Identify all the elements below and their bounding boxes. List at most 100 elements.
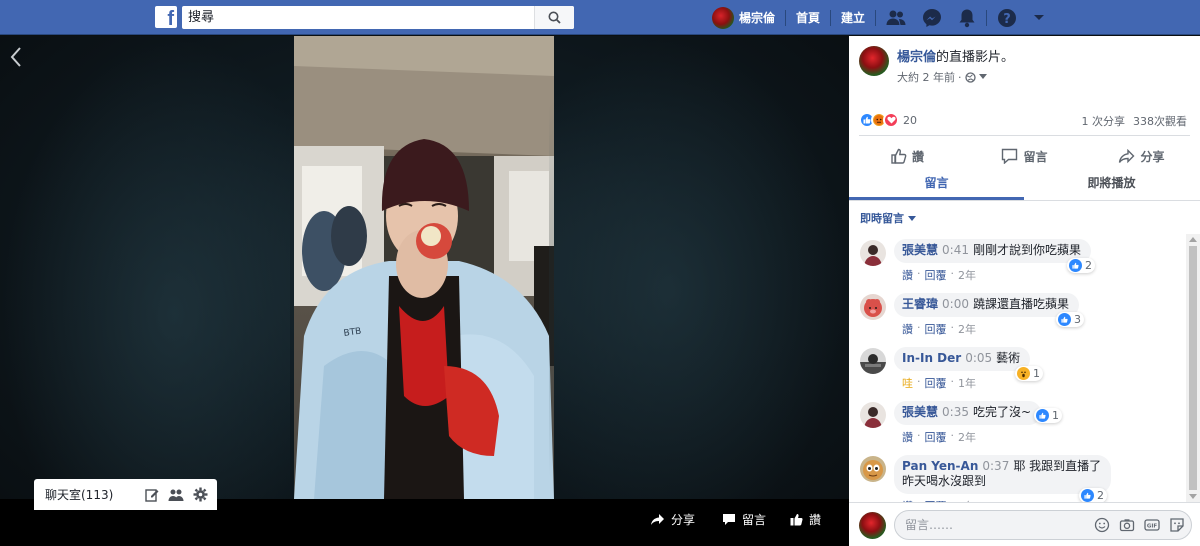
post-timestamp[interactable]: 大約 2 年前 bbox=[897, 69, 955, 85]
comment-author[interactable]: 張美慧 bbox=[902, 243, 938, 257]
caret-down-icon bbox=[1034, 14, 1045, 20]
scroll-down-arrow-icon[interactable] bbox=[1189, 494, 1197, 499]
comment-timestamp[interactable]: 0:00 bbox=[942, 297, 969, 311]
thumbs-up-icon bbox=[790, 514, 803, 526]
commenter-avatar[interactable] bbox=[860, 240, 886, 266]
tab-up-next[interactable]: 即將播放 bbox=[1024, 170, 1199, 200]
tabs-divider bbox=[849, 200, 1200, 201]
new-message-button[interactable] bbox=[145, 488, 159, 502]
scroll-up-arrow-icon[interactable] bbox=[1189, 237, 1197, 242]
globe-icon[interactable] bbox=[964, 71, 976, 83]
search-input[interactable] bbox=[182, 6, 522, 29]
commenter-avatar[interactable] bbox=[860, 294, 886, 320]
wow-reaction-icon bbox=[1017, 367, 1030, 380]
share-button[interactable]: 分享 bbox=[1083, 144, 1200, 168]
chat-settings-button[interactable] bbox=[193, 487, 208, 502]
video-comment-label: 留言 bbox=[742, 513, 767, 527]
svg-text:?: ? bbox=[1003, 12, 1011, 27]
gif-button[interactable]: GIF bbox=[1144, 517, 1160, 533]
commenter-avatar[interactable] bbox=[860, 348, 886, 374]
sticker-button[interactable] bbox=[1169, 517, 1185, 533]
like-button[interactable]: 讚 bbox=[849, 144, 966, 168]
comment-timestamp[interactable]: 0:41 bbox=[942, 243, 969, 257]
help-button[interactable]: ? bbox=[997, 8, 1017, 28]
search-box bbox=[182, 6, 574, 29]
comment-timestamp[interactable]: 0:05 bbox=[965, 351, 992, 365]
nav-avatar[interactable] bbox=[712, 6, 734, 29]
comment-input[interactable] bbox=[895, 511, 1075, 539]
post-actions: 讚 留言 分享 bbox=[849, 144, 1200, 168]
comment-button-label: 留言 bbox=[1023, 149, 1048, 164]
share-count[interactable]: 1 次分享 bbox=[1082, 113, 1126, 129]
emoji-button[interactable] bbox=[1094, 517, 1110, 533]
top-nav-bar: f 楊宗倫 首頁 建立 ? bbox=[0, 0, 1200, 35]
caret-down-icon[interactable] bbox=[978, 74, 987, 80]
comment-like-link[interactable]: 讚 bbox=[902, 321, 913, 337]
video-share-button[interactable]: 分享 bbox=[650, 511, 695, 528]
comment-author[interactable]: In-In Der bbox=[902, 351, 961, 365]
comment-reaction-count[interactable]: 1 bbox=[1015, 366, 1043, 381]
comment-age[interactable]: 2年 bbox=[958, 429, 976, 445]
nav-profile-link[interactable]: 楊宗倫 bbox=[739, 9, 775, 26]
comment-age[interactable]: 2年 bbox=[958, 267, 976, 283]
comment-filter-dropdown[interactable]: 即時留言 bbox=[860, 210, 916, 226]
comment-timestamp[interactable]: 0:37 bbox=[982, 459, 1009, 473]
comment-age[interactable]: 1年 bbox=[958, 375, 976, 391]
post-author-link[interactable]: 楊宗倫 bbox=[897, 50, 936, 65]
comment-reaction-count[interactable]: 3 bbox=[1056, 312, 1084, 327]
nav-create-link[interactable]: 建立 bbox=[841, 9, 865, 26]
comment-reply-link[interactable]: 回覆 bbox=[925, 429, 947, 445]
dot-separator: · bbox=[950, 267, 955, 280]
video-like-button[interactable]: 讚 bbox=[790, 511, 821, 528]
comment-reaction-count[interactable]: 2 bbox=[1067, 258, 1095, 273]
comment-icon bbox=[723, 514, 735, 525]
comment-author[interactable]: 張美慧 bbox=[902, 405, 938, 419]
comment-outline-icon bbox=[1002, 148, 1018, 164]
account-menu-button[interactable] bbox=[1033, 14, 1045, 22]
messenger-button[interactable] bbox=[922, 8, 942, 28]
comment-reaction-count[interactable]: 1 bbox=[1034, 408, 1062, 423]
comment-composer: GIF bbox=[849, 502, 1200, 546]
comment-author[interactable]: 王睿瑋 bbox=[902, 297, 938, 311]
comment-author[interactable]: Pan Yen-An bbox=[902, 459, 978, 473]
svg-text:GIF: GIF bbox=[1147, 524, 1158, 530]
scrollbar-thumb[interactable] bbox=[1189, 246, 1197, 490]
comment-text: 蹺課還直播吃蘋果 bbox=[972, 297, 1069, 311]
comment-button[interactable]: 留言 bbox=[966, 144, 1083, 168]
comment-like-link[interactable]: 讚 bbox=[902, 429, 913, 445]
chat-sidebar-tab[interactable]: 聊天室(113) bbox=[34, 479, 217, 510]
post-side-panel: 楊宗倫的直播影片。 大約 2 年前 · 20 1 次分享 338次觀看 讚 留言… bbox=[849, 36, 1200, 546]
comment-text-line2: 昨天喝水沒跟到 bbox=[902, 474, 987, 488]
commenter-avatar[interactable] bbox=[860, 456, 886, 482]
friend-requests-button[interactable] bbox=[886, 9, 906, 27]
comment-reply-link[interactable]: 回覆 bbox=[925, 267, 947, 283]
notifications-button[interactable] bbox=[958, 8, 976, 28]
new-group-button[interactable] bbox=[168, 488, 184, 502]
author-avatar[interactable] bbox=[859, 46, 889, 76]
comment-like-count: 2 bbox=[1085, 259, 1092, 272]
reaction-summary[interactable]: 20 bbox=[859, 112, 917, 128]
search-button[interactable] bbox=[534, 6, 574, 29]
comment-reaction-count[interactable]: 2 bbox=[1079, 488, 1107, 502]
comment-reply-link[interactable]: 回覆 bbox=[925, 321, 947, 337]
comment-reply-link[interactable]: 回覆 bbox=[925, 375, 947, 391]
video-frame[interactable]: BTB bbox=[294, 36, 554, 499]
nav-home-link[interactable]: 首頁 bbox=[796, 9, 820, 26]
back-button[interactable] bbox=[10, 46, 22, 72]
comment-input-box: GIF bbox=[894, 510, 1192, 540]
comment-timestamp[interactable]: 0:35 bbox=[942, 405, 969, 419]
comment-age[interactable]: 2年 bbox=[958, 321, 976, 337]
divider-line bbox=[859, 135, 1190, 136]
commenter-avatar[interactable] bbox=[860, 402, 886, 428]
video-comment-button[interactable]: 留言 bbox=[722, 511, 766, 528]
tab-comments[interactable]: 留言 bbox=[849, 170, 1024, 200]
comment-reaction-link[interactable]: 哇 bbox=[902, 375, 913, 391]
comment-actions: 哇 · 回覆 · 1年 bbox=[902, 375, 976, 391]
video-still-image: BTB bbox=[294, 36, 554, 499]
composer-avatar bbox=[859, 512, 886, 539]
comment-scrollbar[interactable] bbox=[1186, 234, 1200, 502]
photo-button[interactable] bbox=[1119, 517, 1135, 533]
comment-like-link[interactable]: 讚 bbox=[902, 267, 913, 283]
facebook-logo-icon[interactable]: f bbox=[155, 6, 177, 28]
video-like-label: 讚 bbox=[809, 513, 822, 527]
